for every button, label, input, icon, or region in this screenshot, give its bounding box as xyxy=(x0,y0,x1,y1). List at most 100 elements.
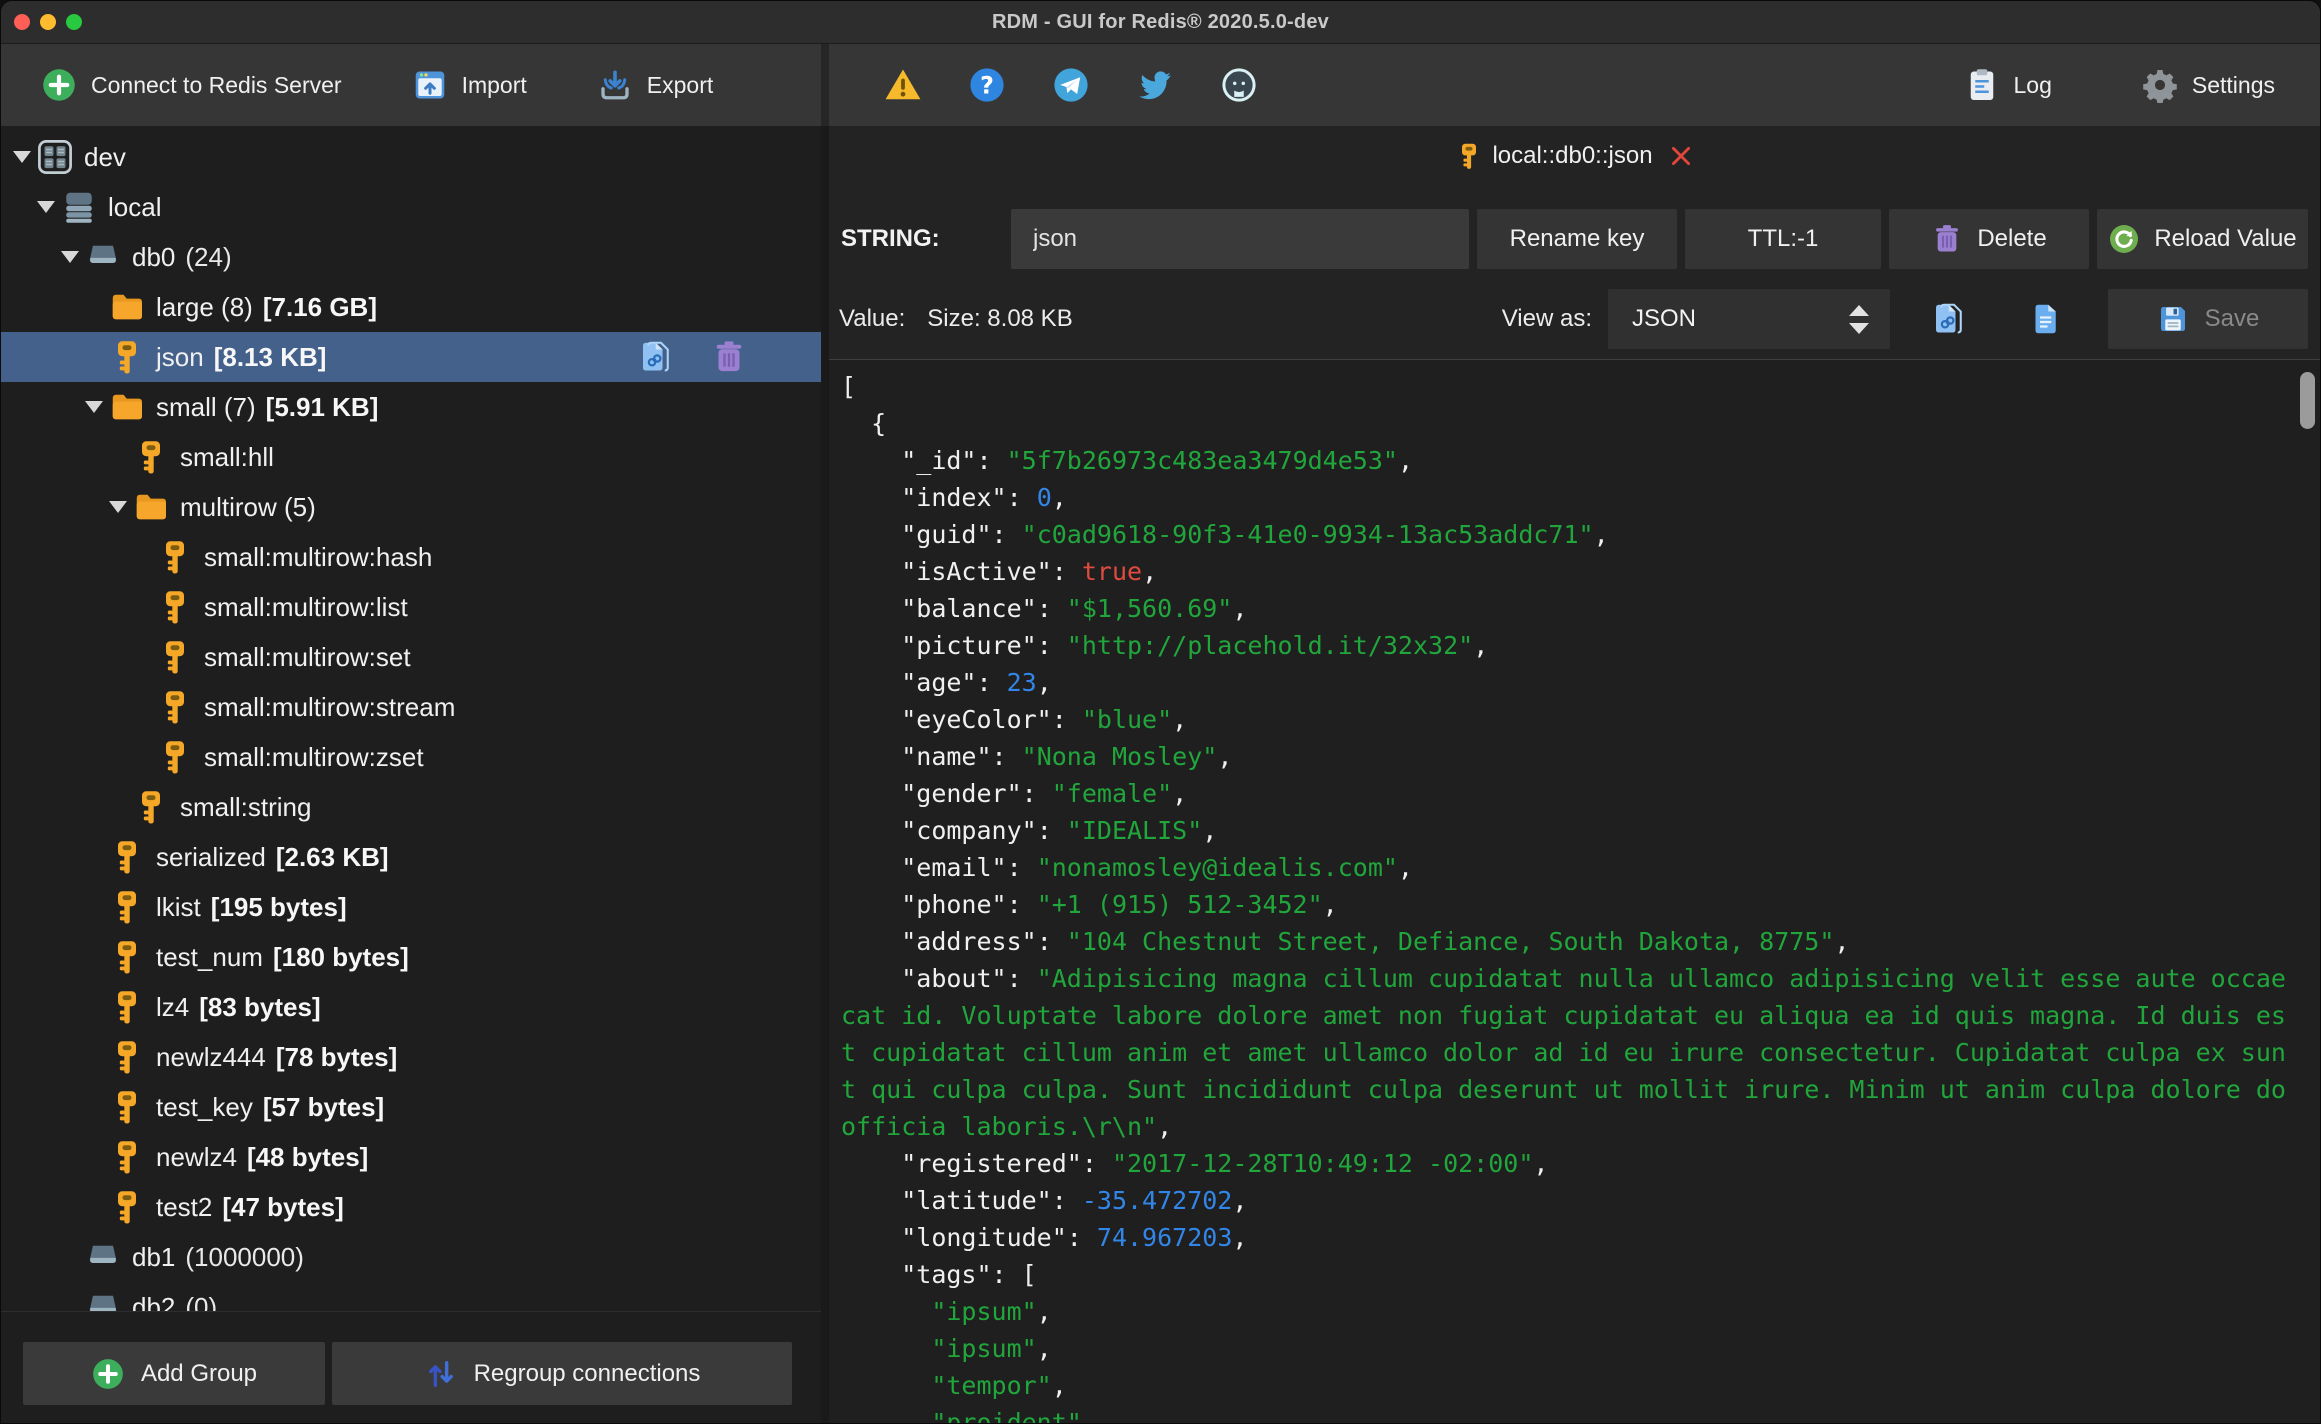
tree-item-label: db0 xyxy=(132,241,176,272)
tree-item-local[interactable]: local xyxy=(1,182,821,232)
expand-arrow-icon[interactable] xyxy=(61,251,85,263)
key-icon xyxy=(157,639,193,675)
tree-item-label: newlz444 xyxy=(156,1041,266,1072)
connect-to-redis-server-button[interactable]: Connect to Redis Server xyxy=(41,67,342,103)
key-icon xyxy=(109,1089,145,1125)
tree-item-db0[interactable]: db0 (24) xyxy=(1,232,821,282)
tree-item-count: (1000000) xyxy=(185,1241,304,1272)
connect-label: Connect to Redis Server xyxy=(91,71,342,98)
tree-item-small-multirow-set[interactable]: small:multirow:set xyxy=(1,632,821,682)
trash-icon[interactable] xyxy=(711,339,747,375)
tree-item-test2[interactable]: test2 [47 bytes] xyxy=(1,1182,821,1232)
connection-tree[interactable]: dev local db0 (24) large (8) [7.16 GB] json [8.… xyxy=(1,126,821,1312)
json-viewer-content: [ { "_id": "5f7b26973c483ea3479d4e53", "… xyxy=(829,360,2320,1423)
help-icon[interactable]: ? xyxy=(968,66,1006,104)
tree-item-lkist[interactable]: lkist [195 bytes] xyxy=(1,882,821,932)
tree-item-label: small:multirow:list xyxy=(204,591,408,622)
tree-item-dev[interactable]: dev xyxy=(1,132,821,182)
key-icon xyxy=(109,839,145,875)
log-button[interactable]: Log xyxy=(1964,67,2052,103)
tree-item-db1[interactable]: db1 (1000000) xyxy=(1,1232,821,1282)
tab-close-icon[interactable] xyxy=(1668,143,1694,169)
tree-item-small-string[interactable]: small:string xyxy=(1,782,821,832)
json-line: "_id": "5f7b26973c483ea3479d4e53", xyxy=(901,446,1413,475)
json-line: "index": 0, xyxy=(901,483,1067,512)
db-icon xyxy=(85,239,121,275)
reload-value-button[interactable]: Reload Value xyxy=(2097,209,2308,269)
tree-item-small-multirow-list[interactable]: small:multirow:list xyxy=(1,582,821,632)
key-icon xyxy=(109,339,145,375)
expand-arrow-icon[interactable] xyxy=(85,401,109,413)
settings-button[interactable]: Settings xyxy=(2142,67,2275,103)
tree-item-actions xyxy=(637,339,821,375)
tree-item-small-multirow-hash[interactable]: small:multirow:hash xyxy=(1,532,821,582)
json-line: "proident", xyxy=(931,1408,1097,1423)
key-icon xyxy=(157,689,193,725)
tree-item-db2[interactable]: db2 (0) xyxy=(1,1282,821,1312)
add-group-button[interactable]: Add Group xyxy=(23,1342,325,1405)
toolbar-left: Connect to Redis Server Import Export xyxy=(1,44,829,126)
text-document-icon[interactable] xyxy=(2028,301,2064,337)
tree-item-label: db2 xyxy=(132,1291,176,1312)
tree-item-test-key[interactable]: test_key [57 bytes] xyxy=(1,1082,821,1132)
github-icon[interactable] xyxy=(1220,66,1258,104)
view-as-value: JSON xyxy=(1632,305,1697,332)
import-button[interactable]: Import xyxy=(412,67,527,103)
view-as-dropdown[interactable]: JSON xyxy=(1608,289,1890,349)
log-label: Log xyxy=(2013,71,2052,98)
tree-item-newlz444[interactable]: newlz444 [78 bytes] xyxy=(1,1032,821,1082)
rename-key-label: Rename key xyxy=(1509,225,1645,252)
tree-item-label: lkist xyxy=(156,891,201,922)
tab-key-icon xyxy=(1455,142,1483,170)
expand-arrow-icon[interactable] xyxy=(13,151,37,163)
key-icon xyxy=(133,789,169,825)
key-icon xyxy=(109,1039,145,1075)
tab-bar: local::db0::json xyxy=(829,126,2320,186)
tree-item-count: (0) xyxy=(185,1291,218,1312)
regroup-connections-button[interactable]: Regroup connections xyxy=(332,1342,792,1405)
import-label: Import xyxy=(461,71,527,98)
json-line: "isActive": true, xyxy=(901,557,1158,586)
tree-item-small-multirow-zset[interactable]: small:multirow:zset xyxy=(1,732,821,782)
view-as-label: View as: xyxy=(1501,305,1592,332)
tree-item-size: [47 bytes] xyxy=(222,1191,344,1222)
tree-item-serialized[interactable]: serialized [2.63 KB] xyxy=(1,832,821,882)
key-icon xyxy=(157,539,193,575)
delete-key-button[interactable]: Delete xyxy=(1889,209,2089,269)
key-icon xyxy=(109,939,145,975)
tree-item-json[interactable]: json [8.13 KB] xyxy=(1,332,821,382)
copy-document-icon[interactable] xyxy=(1930,301,1966,337)
warning-icon[interactable] xyxy=(884,66,922,104)
scrollbar-thumb[interactable] xyxy=(2300,372,2315,429)
tree-item-small-hll[interactable]: small:hll xyxy=(1,432,821,482)
tree-item-newlz4[interactable]: newlz4 [48 bytes] xyxy=(1,1132,821,1182)
ttl-button[interactable]: TTL:-1 xyxy=(1685,209,1881,269)
key-icon xyxy=(109,1139,145,1175)
json-line: "about": "Adipisicing magna cillum cupid… xyxy=(841,964,2301,1141)
tab-title[interactable]: local::db0::json xyxy=(1492,142,1652,170)
save-button[interactable]: Save xyxy=(2108,289,2308,349)
add-group-plus-icon xyxy=(91,1357,125,1391)
export-button[interactable]: Export xyxy=(597,67,713,103)
tree-item-multirow-5-[interactable]: multirow (5) xyxy=(1,482,821,532)
tree-item-lz4[interactable]: lz4 [83 bytes] xyxy=(1,982,821,1032)
telegram-icon[interactable] xyxy=(1052,66,1090,104)
gear-icon xyxy=(2142,67,2178,103)
tree-item-large-8-[interactable]: large (8) [7.16 GB] xyxy=(1,282,821,332)
json-viewer[interactable]: [ { "_id": "5f7b26973c483ea3479d4e53", "… xyxy=(829,359,2320,1423)
copy-document-icon[interactable] xyxy=(637,339,673,375)
expand-arrow-icon[interactable] xyxy=(109,501,133,513)
key-name-input[interactable] xyxy=(1011,209,1469,269)
json-line: [ xyxy=(841,372,857,401)
json-line: "tempor", xyxy=(931,1371,1067,1400)
tree-item-small-7-[interactable]: small (7) [5.91 KB] xyxy=(1,382,821,432)
json-line: "latitude": -35.472702, xyxy=(901,1186,1248,1215)
folder-icon xyxy=(109,289,145,325)
rename-key-button[interactable]: Rename key xyxy=(1477,209,1677,269)
window-title: RDM - GUI for Redis® 2020.5.0-dev xyxy=(992,10,1329,33)
tree-item-test-num[interactable]: test_num [180 bytes] xyxy=(1,932,821,982)
twitter-icon[interactable] xyxy=(1136,66,1174,104)
tree-item-small-multirow-stream[interactable]: small:multirow:stream xyxy=(1,682,821,732)
json-line: "age": 23, xyxy=(901,668,1052,697)
expand-arrow-icon[interactable] xyxy=(37,201,61,213)
